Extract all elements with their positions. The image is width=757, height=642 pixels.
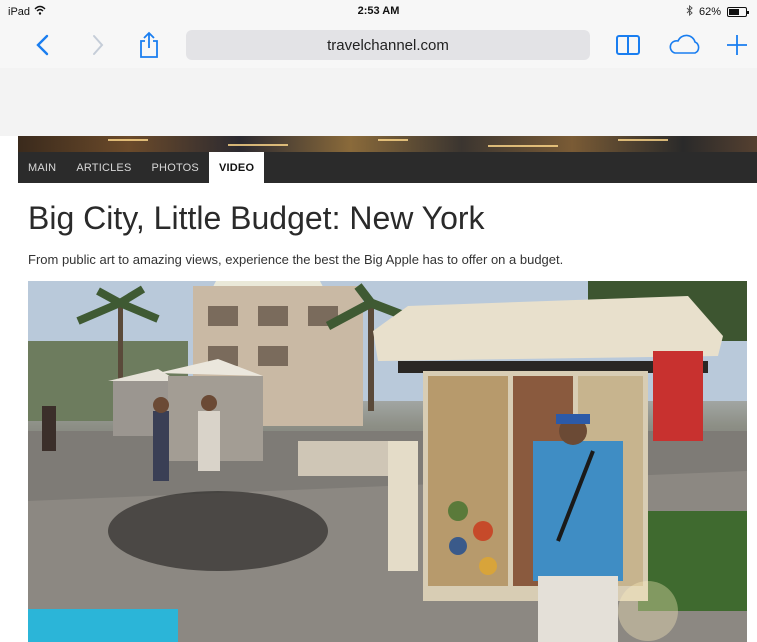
- market-scene-image: [28, 281, 747, 642]
- toolbar-gap: [0, 68, 757, 136]
- share-icon[interactable]: [136, 30, 162, 60]
- article-title: Big City, Little Budget: New York: [28, 200, 485, 236]
- tab-articles[interactable]: ARTICLES: [66, 152, 141, 183]
- address-url: travelchannel.com: [327, 36, 449, 54]
- tab-photos[interactable]: PHOTOS: [142, 152, 209, 183]
- status-bar: iPad 2:53 AM 62%: [0, 0, 757, 24]
- site-nav: MAIN ARTICLES PHOTOS VIDEO: [18, 152, 757, 183]
- status-time: 2:53 AM: [357, 5, 400, 17]
- address-bar[interactable]: travelchannel.com: [186, 30, 590, 60]
- battery-icon: [727, 7, 749, 17]
- forward-icon[interactable]: [86, 30, 110, 60]
- article-subtitle: From public art to amazing views, experi…: [28, 252, 564, 267]
- status-right: 62%: [686, 4, 749, 19]
- browser-toolbar: travelchannel.com: [0, 24, 757, 68]
- tab-video[interactable]: VIDEO: [208, 152, 265, 183]
- video-player[interactable]: [28, 281, 747, 642]
- bluetooth-icon: [686, 4, 693, 19]
- header-banner-image: [18, 136, 757, 152]
- battery-fill: [729, 9, 739, 15]
- back-icon[interactable]: [30, 30, 54, 60]
- tab-main[interactable]: MAIN: [18, 152, 66, 183]
- battery-percent: 62%: [698, 6, 721, 18]
- new-tab-icon[interactable]: [724, 30, 750, 60]
- cloud-tabs-icon[interactable]: [666, 30, 704, 60]
- bookmarks-icon[interactable]: [614, 30, 642, 60]
